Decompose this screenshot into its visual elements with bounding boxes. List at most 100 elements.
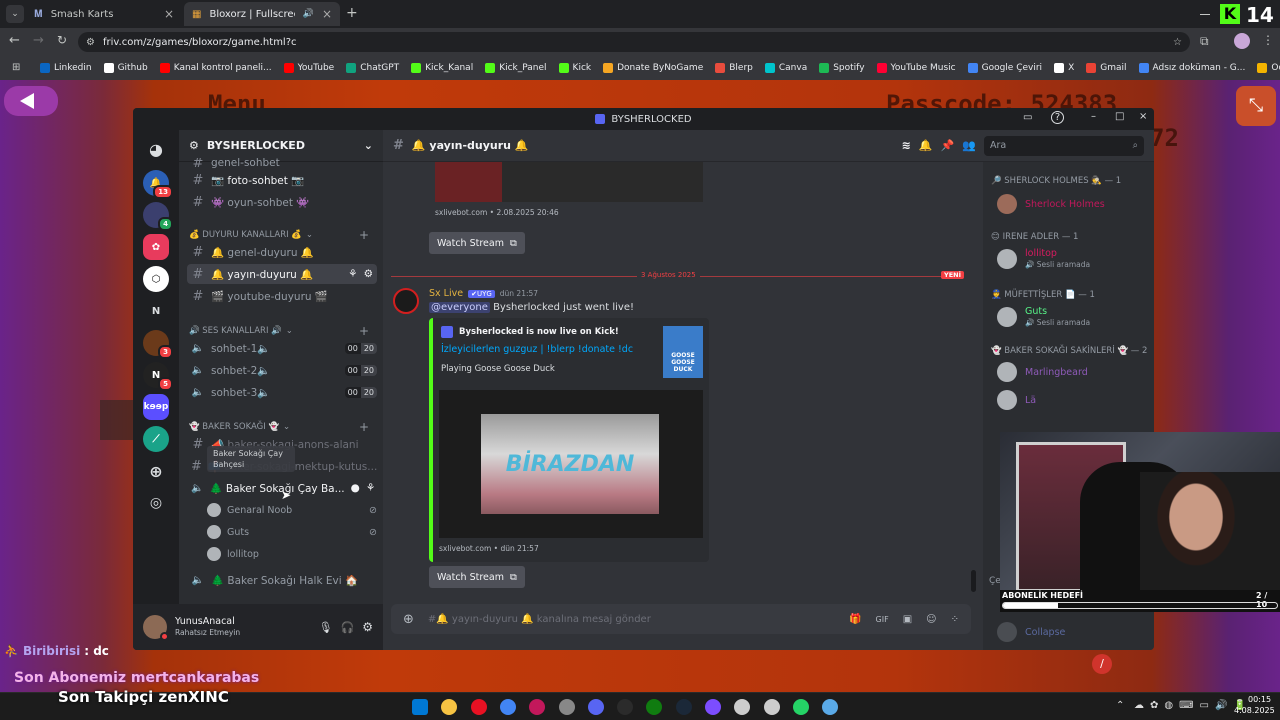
maximize-icon[interactable]: □ — [1115, 111, 1124, 122]
guild-letter-icon[interactable]: N — [143, 298, 169, 324]
taskbar-app-icon[interactable] — [529, 699, 546, 715]
tab-bloxorz[interactable]: ▦ Bloxorz | Fullscreen | No Ad 🔊 × — [184, 2, 340, 26]
emoji-icon[interactable]: ☺ — [926, 614, 936, 625]
scrollbar[interactable] — [971, 570, 976, 592]
voice-user[interactable]: lollitop — [207, 544, 377, 564]
member-item[interactable]: Lä — [997, 390, 1036, 410]
add-channel-icon[interactable]: + — [359, 420, 369, 434]
guild-arrow-icon[interactable]: ⟋ — [143, 426, 169, 452]
audio-playing-icon[interactable]: 🔊 — [303, 9, 314, 19]
threads-icon[interactable]: ≋ — [902, 139, 911, 152]
bookmark-item[interactable]: Github — [103, 63, 148, 73]
settings-gear-icon[interactable]: ⚙ — [362, 620, 373, 634]
category-baker[interactable]: 👻 BAKER SOKAĞI 👻 ⌄ + — [189, 420, 369, 434]
chat-bubble-icon[interactable]: ● — [351, 482, 360, 494]
invite-icon[interactable]: ⚘ — [366, 482, 375, 494]
avatar[interactable] — [143, 615, 169, 641]
gift-icon[interactable]: 🎁 — [849, 614, 861, 625]
inbox-icon[interactable]: ▭ — [1023, 112, 1032, 123]
forward-icon[interactable]: → — [33, 33, 44, 48]
bookmark-item[interactable]: X — [1054, 63, 1074, 73]
menu-icon[interactable]: ⋮ — [1262, 33, 1274, 47]
members-icon[interactable]: 👥 — [962, 139, 976, 152]
voice-channel-sohbet-2[interactable]: 🔈 sohbet-2🔈 00 20 — [187, 360, 377, 380]
taskbar-app-icon[interactable] — [646, 699, 663, 715]
channel-yayin-duyuru[interactable]: # 🔔 yayın-duyuru 🔔 ⚘ ⚙ — [187, 264, 377, 284]
bell-icon[interactable]: 🔔 — [919, 139, 933, 152]
bookmark-item[interactable]: YouTube Music — [876, 63, 956, 73]
guild-nym-icon[interactable]: N5 — [143, 362, 173, 391]
taskbar-app-icon[interactable] — [792, 699, 809, 715]
bookmark-item[interactable]: Kick_Kanal — [411, 63, 473, 73]
guild-bell-icon[interactable]: 🔔 13 — [143, 170, 173, 199]
taskbar-app-icon[interactable] — [617, 699, 634, 715]
guild-icon[interactable]: 4 — [143, 202, 173, 231]
user-info[interactable]: YunusAnacal Rahatsız Etmeyin — [175, 616, 240, 638]
bookmark-item[interactable]: Donate ByNoGame — [603, 63, 703, 73]
close-tab-icon[interactable]: × — [322, 7, 332, 21]
guild-game-icon[interactable]: 3 — [143, 330, 173, 359]
bookmark-item[interactable]: Blerp — [715, 63, 753, 73]
taskbar-app-icon[interactable] — [675, 699, 692, 715]
close-tab-icon[interactable]: × — [164, 7, 174, 21]
bookmark-item[interactable]: Kick — [558, 63, 591, 73]
author-name[interactable]: Sx Live — [429, 288, 463, 299]
extensions-icon[interactable]: ⧉ — [1200, 34, 1209, 49]
tab-smash-karts[interactable]: 𝐌 Smash Karts × — [26, 2, 182, 26]
back-icon[interactable]: ← — [9, 33, 20, 48]
bookmark-item[interactable]: Adsız doküman - G... — [1138, 63, 1245, 73]
discord-home-icon[interactable]: ◕ — [143, 136, 169, 162]
taskbar-app-icon[interactable] — [705, 699, 721, 715]
tab-search-button[interactable]: ⌄ — [6, 5, 24, 23]
bookmark-item[interactable]: Kick_Panel — [485, 63, 547, 73]
taskbar-app-icon[interactable] — [734, 699, 751, 715]
microphone-icon[interactable]: 🎙 — [319, 621, 333, 634]
voice-channel-sohbet-3[interactable]: 🔈 sohbet-3🔈 00 20 — [187, 382, 377, 402]
bookmark-item[interactable]: ChatGPT — [346, 63, 399, 73]
apps-grid-icon[interactable]: ⊞ — [12, 62, 20, 73]
mention-everyone[interactable]: @everyone — [429, 302, 490, 313]
voice-user[interactable]: Guts ⊘ — [207, 522, 377, 542]
guild-hex-icon[interactable]: ⬡ — [143, 266, 169, 292]
tray-chevron-icon[interactable]: ⌃ — [1116, 700, 1124, 711]
bookmark-item[interactable]: Gmail — [1086, 63, 1127, 73]
fullscreen-button[interactable]: ⤡ — [1236, 86, 1276, 126]
taskbar-app-icon[interactable] — [499, 699, 516, 715]
voice-user[interactable]: Genaral Noob ⊘ — [207, 500, 377, 520]
taskbar-app-icon[interactable] — [470, 699, 487, 715]
site-info-icon[interactable]: ⚙ — [86, 37, 95, 48]
clock-time[interactable]: 00:15 — [1248, 695, 1271, 704]
watch-stream-button[interactable]: Watch Stream ⧉ — [429, 566, 525, 588]
channel-genel-duyuru[interactable]: # 🔔 genel-duyuru 🔔 — [187, 242, 377, 262]
bookmark-item[interactable]: Linkedin — [40, 63, 92, 73]
help-icon[interactable]: ? — [1051, 111, 1064, 124]
close-icon[interactable]: × — [1139, 111, 1147, 122]
channel-genel-sohbet[interactable]: # genel-sohbet — [187, 158, 377, 168]
clock-date[interactable]: 4.08.2025 — [1234, 706, 1275, 715]
add-channel-icon[interactable]: + — [359, 228, 369, 242]
gif-icon[interactable]: GIF — [876, 615, 889, 624]
stream-preview-image[interactable]: BİRAZDAN — [439, 390, 703, 538]
message-input[interactable]: ⊕ #🔔 yayın-duyuru 🔔 kanalına mesaj gönde… — [391, 604, 971, 634]
voice-channel-halk-evi[interactable]: 🔈 🌲 Baker Sokağı Halk Evi 🏠 — [187, 570, 377, 590]
bookmark-item[interactable]: YouTube — [283, 63, 334, 73]
member-item[interactable]: Guts 🔊 Sesli aramada — [997, 306, 1090, 328]
voice-channel-sohbet-1[interactable]: 🔈 sohbet-1🔈 00 20 — [187, 338, 377, 358]
member-item[interactable]: lollitop 🔊 Sesli aramada — [997, 248, 1090, 270]
taskbar-app-icon[interactable] — [822, 699, 839, 715]
collapse-item[interactable]: Collapse — [997, 622, 1065, 642]
taskbar-app-icon[interactable] — [763, 699, 780, 715]
category-ses[interactable]: 🔊 SES KANALLARI 🔊 ⌄ + — [189, 324, 369, 338]
channel-foto-sohbet[interactable]: # 📷 foto-sohbet 📷 — [187, 170, 377, 190]
invite-icon[interactable]: ⚘ — [348, 268, 357, 280]
sticker-icon[interactable]: ▣ — [903, 614, 912, 625]
bookmark-item[interactable]: Kanal kontrol paneli... — [159, 63, 272, 73]
bookmark-item[interactable]: Google Çeviri — [967, 63, 1042, 73]
channel-oyun-sohbet[interactable]: # 👾 oyun-sohbet 👾 — [187, 192, 377, 212]
member-item[interactable]: Marlingbeard — [997, 362, 1088, 382]
add-channel-icon[interactable]: + — [359, 324, 369, 338]
taskbar-app-icon[interactable] — [441, 699, 458, 715]
guild-keep-icon[interactable]: kɘɘp — [143, 394, 169, 420]
back-arrow-button[interactable] — [4, 86, 58, 116]
category-duyuru[interactable]: 💰 DUYURU KANALLARI 💰 ⌄ + — [189, 228, 369, 242]
